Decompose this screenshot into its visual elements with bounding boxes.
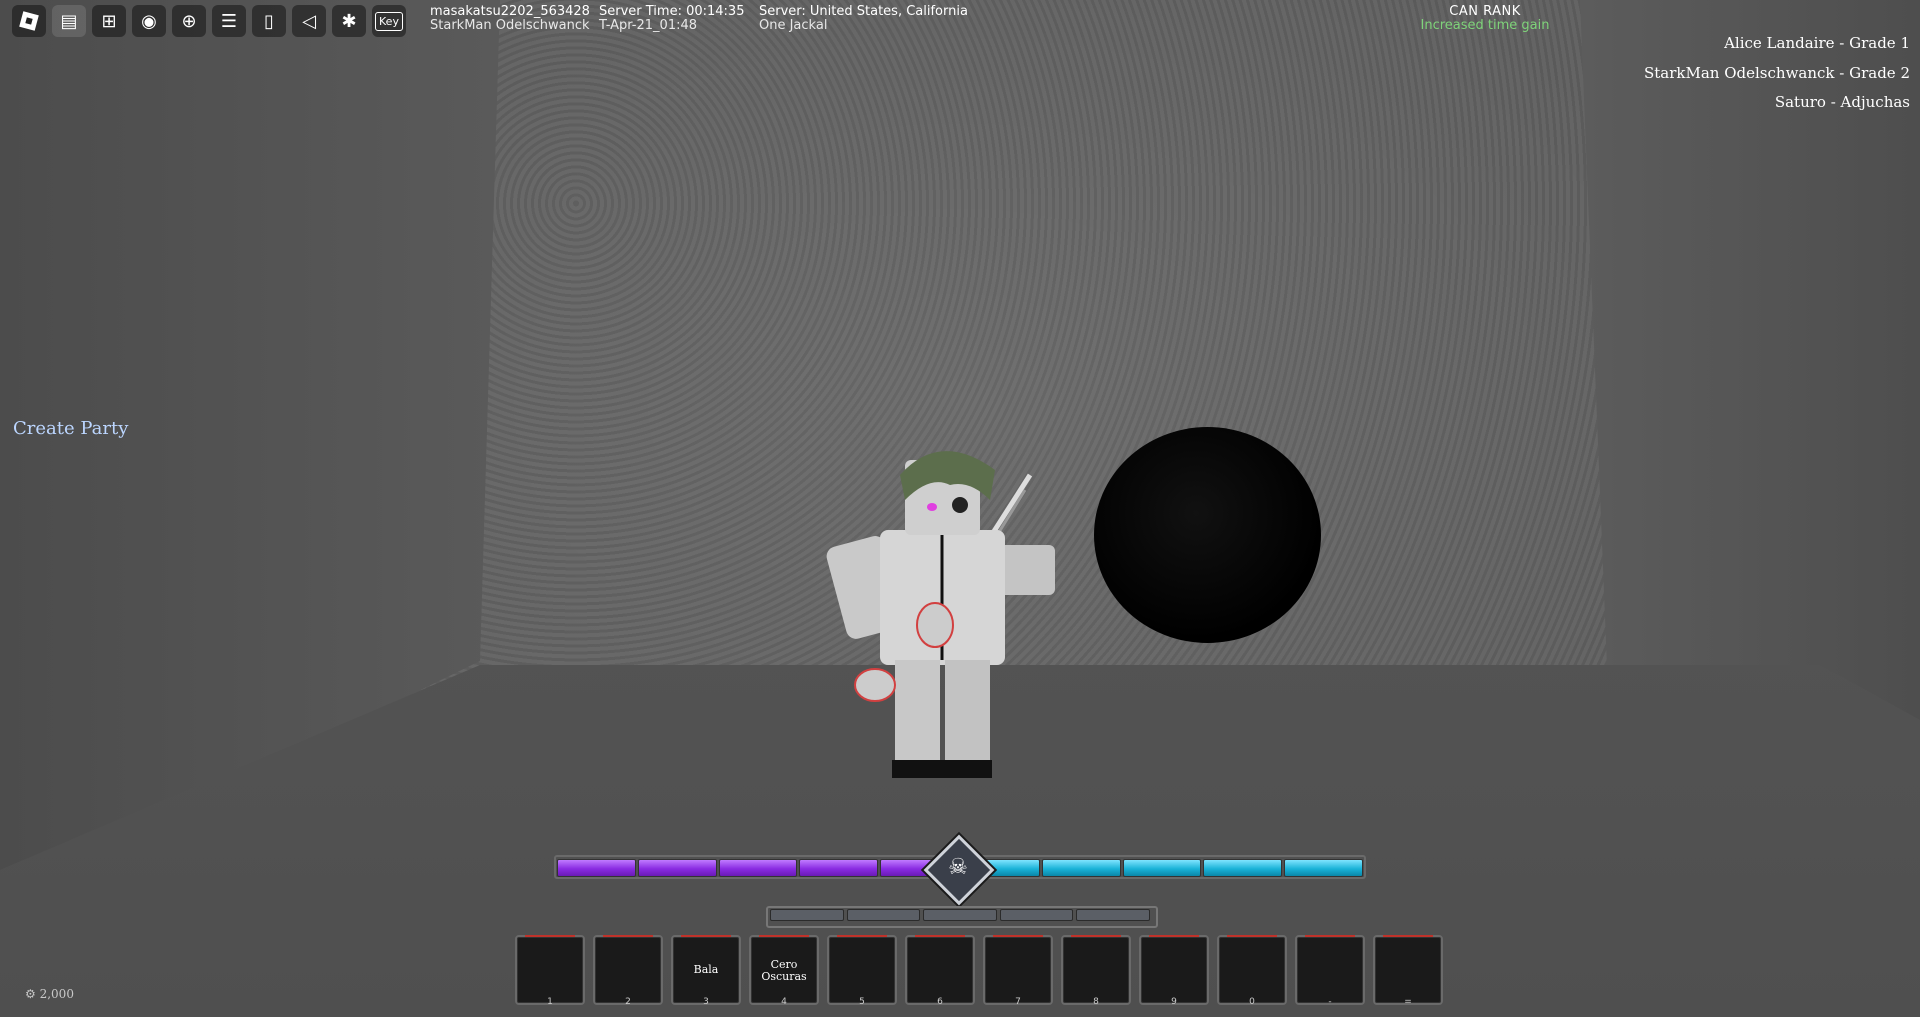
list-icon: ☰: [220, 10, 238, 32]
player-list-item[interactable]: Saturo - Adjuchas: [1644, 93, 1910, 123]
dance-icon: ✱: [341, 10, 357, 32]
server-title: One Jackal: [759, 18, 828, 33]
server-region: Server: United States, California: [759, 4, 968, 19]
energy-segment-cyan: [1284, 859, 1363, 877]
currency-amount: 2,000: [39, 987, 74, 1001]
energy-segment-purple: [718, 859, 798, 877]
player-list: Alice Landaire - Grade 1 StarkMan Odelsc…: [1644, 34, 1910, 123]
camera-icon: ◉: [141, 10, 157, 32]
chat-button[interactable]: ▤: [52, 5, 86, 37]
key-button[interactable]: Key: [372, 5, 406, 37]
rank-panel: CAN RANK Increased time gain: [1415, 5, 1555, 33]
slot-key: 2: [625, 997, 631, 1007]
energy-segment-purple: [637, 859, 717, 877]
slot-key: 0: [1249, 997, 1255, 1007]
stamina-segment: [770, 909, 844, 921]
slot-label: Bala: [693, 963, 719, 976]
stamina-bar: [770, 909, 1150, 921]
dark-orb: [1094, 427, 1321, 643]
slot-key: 7: [1015, 997, 1021, 1007]
server-time: Server Time: 00:14:35: [599, 4, 745, 19]
roblox-logo-icon: [19, 11, 39, 31]
player-character: [826, 451, 1055, 778]
slot-key: 4: [781, 997, 787, 1007]
hotbar-slot-5[interactable]: 5: [827, 935, 897, 1007]
emote-button[interactable]: ✱: [332, 5, 366, 37]
username: masakatsu2202_563428: [430, 4, 590, 19]
energy-segment-purple: [799, 859, 879, 877]
hotbar-slot-9[interactable]: 9: [1139, 935, 1209, 1007]
stamina-segment: [923, 909, 997, 921]
coin-icon: ⚙: [25, 987, 36, 1001]
character-name: StarkMan Odelschwanck: [430, 18, 590, 33]
gift-button[interactable]: ⊞: [92, 5, 126, 37]
screenshot-button[interactable]: ◉: [132, 5, 166, 37]
sound-button[interactable]: ◁: [292, 5, 326, 37]
energy-segment-cyan: [1122, 859, 1202, 877]
player-list-item[interactable]: StarkMan Odelschwanck - Grade 2: [1644, 64, 1910, 94]
top-toolbar: ▤ ⊞ ◉ ⊕ ☰ ▯ ◁ ✱ Key: [12, 5, 406, 37]
stamina-segment: [999, 909, 1074, 921]
player-info: masakatsu2202_563428 StarkMan Odelschwan…: [430, 5, 590, 33]
rank-title: CAN RANK: [1449, 4, 1521, 19]
energy-segment-purple: [557, 859, 636, 877]
hotbar-slot-2[interactable]: 2: [593, 935, 663, 1007]
energy-segment-cyan: [1041, 859, 1121, 877]
currency-display: ⚙ 2,000: [25, 987, 74, 1001]
stamina-segment: [846, 909, 921, 921]
gift-icon: ⊞: [101, 10, 117, 32]
slot-key: =: [1404, 997, 1412, 1007]
hotbar-slot-equals[interactable]: =: [1373, 935, 1443, 1007]
hotbar-slot-minus[interactable]: -: [1295, 935, 1365, 1007]
create-party-button[interactable]: Create Party: [13, 418, 128, 439]
chat-icon: ▤: [60, 10, 78, 32]
slot-key: 8: [1093, 997, 1099, 1007]
speaker-icon: ◁: [302, 10, 316, 32]
rank-status: Increased time gain: [1420, 18, 1550, 33]
slot-key: 9: [1171, 997, 1177, 1007]
skull-icon: ☠: [948, 854, 968, 880]
hotbar-slot-cero-oscuras[interactable]: Cero Oscuras 4: [749, 935, 819, 1007]
server-time-info: Server Time: 00:14:35 T-Apr-21_01:48: [599, 5, 744, 33]
energy-segment-cyan: [1203, 859, 1283, 877]
slot-key: 3: [703, 997, 709, 1007]
download-icon: ⊕: [181, 10, 197, 32]
slot-key: 5: [859, 997, 865, 1007]
hotbar-slot-bala[interactable]: Bala 3: [671, 935, 741, 1007]
slot-key: 6: [937, 997, 943, 1007]
hotbar: 1 2 Bala 3 Cero Oscuras 4 5 6 7 8 9 0 - =: [515, 935, 1443, 1007]
hotbar-slot-1[interactable]: 1: [515, 935, 585, 1007]
server-date: T-Apr-21_01:48: [599, 18, 698, 33]
key-icon: Key: [375, 11, 403, 31]
hotbar-slot-8[interactable]: 8: [1061, 935, 1131, 1007]
hotbar-slot-7[interactable]: 7: [983, 935, 1053, 1007]
player-list-item[interactable]: Alice Landaire - Grade 1: [1644, 34, 1910, 64]
slot-label: Cero Oscuras: [761, 958, 807, 983]
record-button[interactable]: ⊕: [172, 5, 206, 37]
door-icon: ▯: [264, 10, 274, 32]
hotbar-slot-6[interactable]: 6: [905, 935, 975, 1007]
door-button[interactable]: ▯: [252, 5, 286, 37]
slot-key: -: [1328, 997, 1332, 1007]
server-info: Server: United States, California One Ja…: [759, 5, 968, 33]
roblox-menu-button[interactable]: [12, 5, 46, 37]
hotbar-slot-0[interactable]: 0: [1217, 935, 1287, 1007]
stamina-segment: [1076, 909, 1150, 921]
leaderboard-button[interactable]: ☰: [212, 5, 246, 37]
slot-key: 1: [547, 997, 553, 1007]
